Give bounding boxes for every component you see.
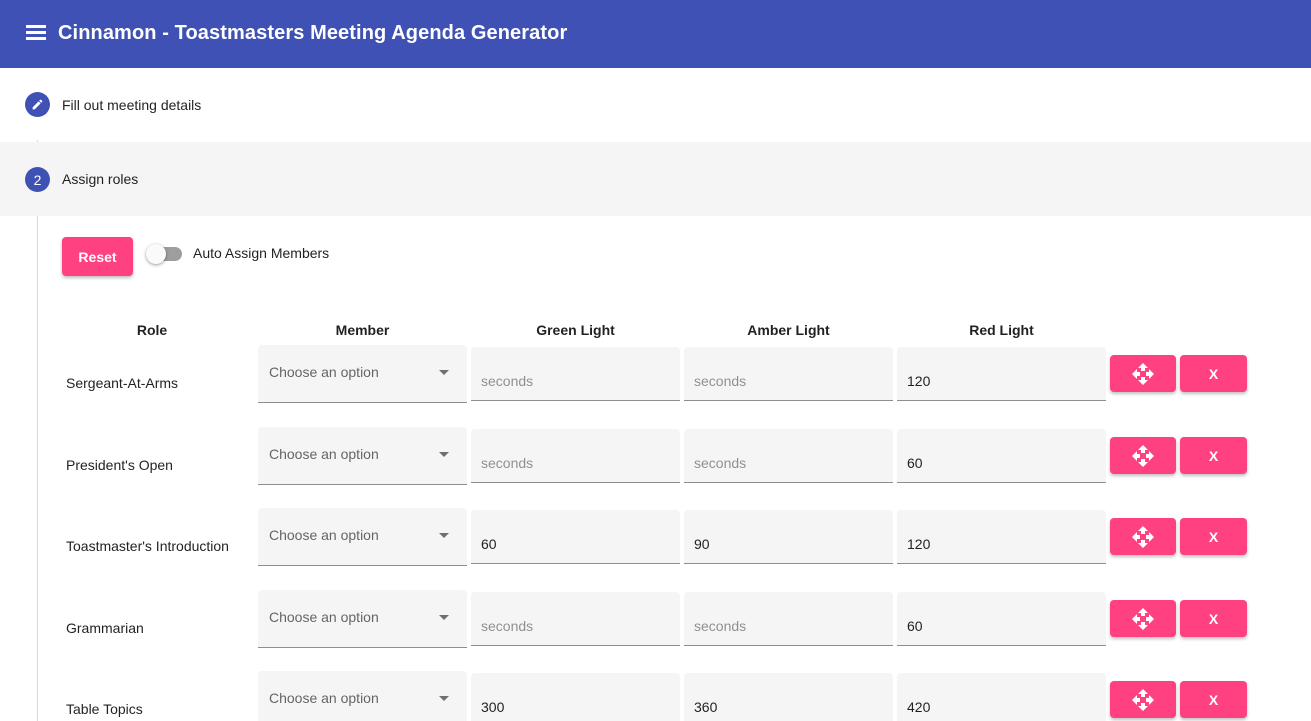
red-light-field[interactable]: [897, 673, 1106, 721]
table-row: Toastmaster's Introduction Choose an opt…: [0, 508, 1311, 568]
green-light-field[interactable]: [471, 347, 680, 401]
step-assign-roles[interactable]: 2 Assign roles: [0, 142, 1311, 216]
table-row: Table Topics Choose an option X: [0, 671, 1311, 721]
reset-button[interactable]: Reset: [62, 237, 133, 276]
move-icon: [1132, 362, 1154, 385]
member-select-value: Choose an option: [269, 364, 379, 380]
red-light-input[interactable]: [907, 618, 1092, 634]
step-number: 2: [25, 167, 50, 192]
member-select[interactable]: Choose an option: [258, 345, 467, 403]
app-title: Cinnamon - Toastmasters Meeting Agenda G…: [58, 22, 568, 44]
pencil-icon: [25, 92, 50, 117]
member-select[interactable]: Choose an option: [258, 508, 467, 566]
dropdown-arrow-icon: [439, 696, 449, 701]
member-select[interactable]: Choose an option: [258, 590, 467, 648]
member-select[interactable]: Choose an option: [258, 671, 467, 721]
step-meeting-details[interactable]: Fill out meeting details: [0, 68, 1311, 140]
green-light-input[interactable]: [481, 455, 666, 471]
step-label: Assign roles: [62, 171, 139, 187]
red-light-input[interactable]: [907, 536, 1092, 552]
amber-light-input[interactable]: [694, 618, 879, 634]
red-light-field[interactable]: [897, 429, 1106, 483]
move-button[interactable]: [1110, 681, 1176, 718]
delete-button[interactable]: X: [1180, 518, 1247, 555]
app-toolbar: Cinnamon - Toastmasters Meeting Agenda G…: [0, 0, 1311, 68]
role-label: Sergeant-At-Arms: [66, 375, 179, 391]
move-button[interactable]: [1110, 600, 1176, 637]
green-light-input[interactable]: [481, 618, 666, 634]
green-light-input[interactable]: [481, 536, 666, 552]
red-light-field[interactable]: [897, 510, 1106, 564]
column-header-green: Green Light: [536, 322, 615, 338]
delete-button[interactable]: X: [1180, 355, 1247, 392]
member-select-value: Choose an option: [269, 690, 379, 706]
table-row: Grammarian Choose an option X: [0, 590, 1311, 650]
green-light-field[interactable]: [471, 592, 680, 646]
move-icon: [1132, 525, 1154, 548]
red-light-field[interactable]: [897, 347, 1106, 401]
red-light-input[interactable]: [907, 373, 1092, 389]
member-select-value: Choose an option: [269, 609, 379, 625]
role-label: Toastmaster's Introduction: [66, 538, 229, 554]
red-light-field[interactable]: [897, 592, 1106, 646]
move-button[interactable]: [1110, 355, 1176, 392]
menu-icon[interactable]: [26, 25, 48, 43]
column-header-amber: Amber Light: [747, 322, 830, 338]
auto-assign-label: Auto Assign Members: [193, 245, 330, 261]
dropdown-arrow-icon: [439, 452, 449, 457]
amber-light-field[interactable]: [684, 592, 893, 646]
member-select[interactable]: Choose an option: [258, 427, 467, 485]
dropdown-arrow-icon: [439, 533, 449, 538]
move-icon: [1132, 444, 1154, 467]
amber-light-field[interactable]: [684, 510, 893, 564]
delete-button[interactable]: X: [1180, 681, 1247, 718]
member-select-value: Choose an option: [269, 446, 379, 462]
table-row: President's Open Choose an option X: [0, 427, 1311, 487]
amber-light-input[interactable]: [694, 536, 879, 552]
amber-light-field[interactable]: [684, 673, 893, 721]
role-label: President's Open: [66, 457, 173, 473]
amber-light-field[interactable]: [684, 429, 893, 483]
move-icon: [1132, 688, 1154, 711]
amber-light-input[interactable]: [694, 373, 879, 389]
role-label: Table Topics: [66, 701, 143, 717]
table-row: Sergeant-At-Arms Choose an option X: [0, 345, 1311, 405]
amber-light-input[interactable]: [694, 699, 879, 715]
delete-button[interactable]: X: [1180, 437, 1247, 474]
auto-assign-toggle[interactable]: [146, 244, 186, 264]
step-label: Fill out meeting details: [62, 97, 202, 113]
member-select-value: Choose an option: [269, 527, 379, 543]
green-light-field[interactable]: [471, 673, 680, 721]
delete-button[interactable]: X: [1180, 600, 1247, 637]
dropdown-arrow-icon: [439, 370, 449, 375]
red-light-input[interactable]: [907, 699, 1092, 715]
move-icon: [1132, 607, 1154, 630]
column-header-red: Red Light: [969, 322, 1034, 338]
green-light-field[interactable]: [471, 510, 680, 564]
amber-light-input[interactable]: [694, 455, 879, 471]
column-header-member: Member: [335, 322, 390, 338]
column-header-role: Role: [136, 322, 168, 338]
move-button[interactable]: [1110, 437, 1176, 474]
role-label: Grammarian: [66, 620, 144, 636]
green-light-input[interactable]: [481, 699, 666, 715]
amber-light-field[interactable]: [684, 347, 893, 401]
red-light-input[interactable]: [907, 455, 1092, 471]
dropdown-arrow-icon: [439, 615, 449, 620]
move-button[interactable]: [1110, 518, 1176, 555]
green-light-field[interactable]: [471, 429, 680, 483]
green-light-input[interactable]: [481, 373, 666, 389]
